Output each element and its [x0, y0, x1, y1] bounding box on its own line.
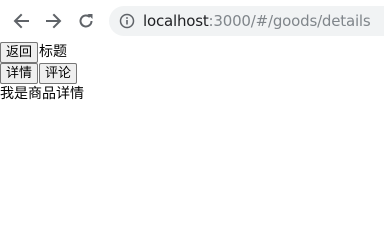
back-arrow-icon[interactable]: [9, 9, 33, 33]
info-icon[interactable]: [119, 13, 135, 29]
tab-comments[interactable]: 评论: [39, 63, 78, 84]
tab-details[interactable]: 详情: [0, 63, 39, 84]
reload-icon[interactable]: [74, 9, 98, 33]
page-content: 返回 标题 详情 评论 我是商品详情: [0, 42, 384, 105]
detail-text: 我是商品详情: [0, 86, 84, 102]
browser-toolbar: localhost:3000/#/goods/details: [0, 0, 384, 42]
page-title: 标题: [39, 44, 68, 60]
url-host: localhost: [143, 12, 209, 30]
url-path: :3000/#/goods/details: [208, 12, 371, 30]
back-button[interactable]: 返回: [0, 42, 39, 63]
forward-arrow-icon[interactable]: [42, 9, 66, 33]
url-text[interactable]: localhost:3000/#/goods/details: [143, 12, 371, 30]
header-row: 返回 标题: [0, 42, 384, 63]
address-bar[interactable]: localhost:3000/#/goods/details: [109, 6, 384, 36]
tab-row: 详情 评论: [0, 63, 384, 84]
